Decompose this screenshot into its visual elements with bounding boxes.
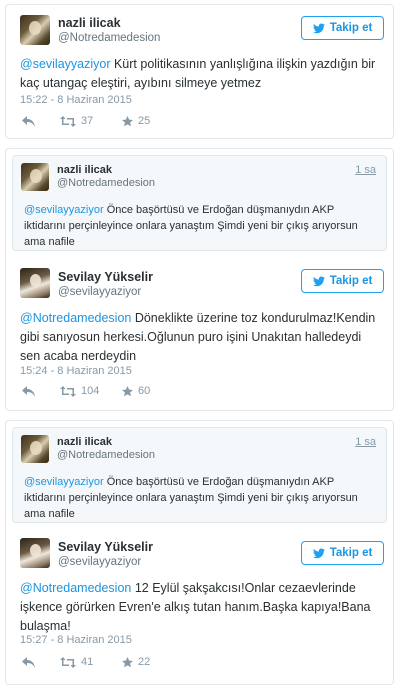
retweet-icon	[60, 385, 76, 397]
avatar[interactable]	[21, 435, 49, 463]
follow-button[interactable]: Takip et	[301, 16, 384, 40]
avatar[interactable]	[20, 15, 50, 45]
avatar[interactable]	[20, 268, 50, 298]
favorite-count: 22	[138, 656, 151, 668]
author-name[interactable]: nazli ilicak	[57, 436, 112, 448]
avatar[interactable]	[20, 538, 50, 568]
mention-link[interactable]: @sevilayyaziyor	[24, 204, 104, 216]
retweet-button[interactable]: 37	[60, 115, 122, 127]
tweet-actions: 41 22	[22, 656, 150, 668]
relative-time[interactable]: 1 sa	[355, 436, 376, 448]
quoted-tweet[interactable]: nazli ilicak @Notredamedesion 1 sa @sevi…	[12, 155, 387, 251]
retweet-button[interactable]: 41	[60, 656, 122, 668]
reply-button[interactable]	[22, 656, 60, 668]
mention-link[interactable]: @sevilayyaziyor	[20, 57, 111, 71]
quoted-text: @sevilayyaziyor Önce başörtüsü ve Erdoğa…	[24, 474, 376, 522]
favorite-count: 60	[138, 385, 151, 397]
retweet-icon	[60, 656, 76, 668]
timestamp[interactable]: 15:24 - 8 Haziran 2015	[20, 365, 132, 377]
twitter-bird-icon	[312, 275, 325, 286]
author-name[interactable]: Sevilay Yükselir	[58, 270, 153, 284]
author-name[interactable]: nazli ilicak	[58, 16, 121, 30]
favorite-count: 25	[138, 115, 151, 127]
timestamp[interactable]: 15:22 - 8 Haziran 2015	[20, 94, 132, 106]
mention-link[interactable]: @sevilayyaziyor	[24, 476, 104, 488]
conversation-card: nazli ilicak @Notredamedesion 1 sa @sevi…	[5, 148, 394, 411]
timestamp[interactable]: 15:27 - 8 Haziran 2015	[20, 634, 132, 646]
relative-time[interactable]: 1 sa	[355, 164, 376, 176]
tweet-actions: 104 60	[22, 385, 150, 397]
tweet-text: @Notredamedesion 12 Eylül şakşakcısı!Onl…	[20, 579, 382, 636]
author-name[interactable]: nazli ilicak	[57, 164, 112, 176]
reply-icon	[22, 115, 35, 127]
quoted-text: @sevilayyaziyor Önce başörtüsü ve Erdoğa…	[24, 202, 376, 250]
reply-button[interactable]	[22, 385, 60, 397]
twitter-bird-icon	[312, 22, 325, 33]
retweet-button[interactable]: 104	[60, 385, 122, 397]
author-handle[interactable]: @Notredamedesion	[57, 177, 155, 189]
tweet-text: @Notredamedesion Döneklikte üzerine toz …	[20, 309, 382, 366]
author-name[interactable]: Sevilay Yükselir	[58, 540, 153, 554]
follow-button[interactable]: Takip et	[301, 541, 384, 565]
mention-link[interactable]: @Notredamedesion	[20, 311, 131, 325]
star-icon	[122, 115, 133, 126]
avatar[interactable]	[21, 163, 49, 191]
twitter-bird-icon	[312, 547, 325, 558]
author-handle[interactable]: @Notredamedesion	[57, 449, 155, 461]
author-handle[interactable]: @sevilayyaziyor	[58, 556, 141, 568]
follow-button[interactable]: Takip et	[301, 269, 384, 293]
star-icon	[122, 656, 133, 667]
reply-button[interactable]	[22, 115, 60, 127]
follow-label: Takip et	[329, 22, 373, 34]
favorite-button[interactable]: 22	[122, 656, 150, 668]
retweet-count: 37	[81, 115, 94, 127]
follow-label: Takip et	[329, 547, 373, 559]
favorite-button[interactable]: 60	[122, 385, 150, 397]
reply-icon	[22, 385, 35, 397]
follow-label: Takip et	[329, 275, 373, 287]
mention-link[interactable]: @Notredamedesion	[20, 581, 131, 595]
retweet-icon	[60, 115, 76, 127]
tweet-card: nazli ilicak @Notredamedesion Takip et @…	[5, 4, 394, 139]
retweet-count: 41	[81, 656, 94, 668]
star-icon	[122, 385, 133, 396]
author-handle[interactable]: @sevilayyaziyor	[58, 286, 141, 298]
retweet-count: 104	[81, 385, 100, 397]
quoted-tweet[interactable]: nazli ilicak @Notredamedesion 1 sa @sevi…	[12, 427, 387, 523]
tweet-actions: 37 25	[22, 115, 150, 127]
tweet-text: @sevilayyaziyor Kürt politikasının yanlı…	[20, 55, 382, 93]
favorite-button[interactable]: 25	[122, 115, 150, 127]
reply-icon	[22, 656, 35, 668]
conversation-card: nazli ilicak @Notredamedesion 1 sa @sevi…	[5, 420, 394, 685]
author-handle[interactable]: @Notredamedesion	[58, 32, 160, 44]
